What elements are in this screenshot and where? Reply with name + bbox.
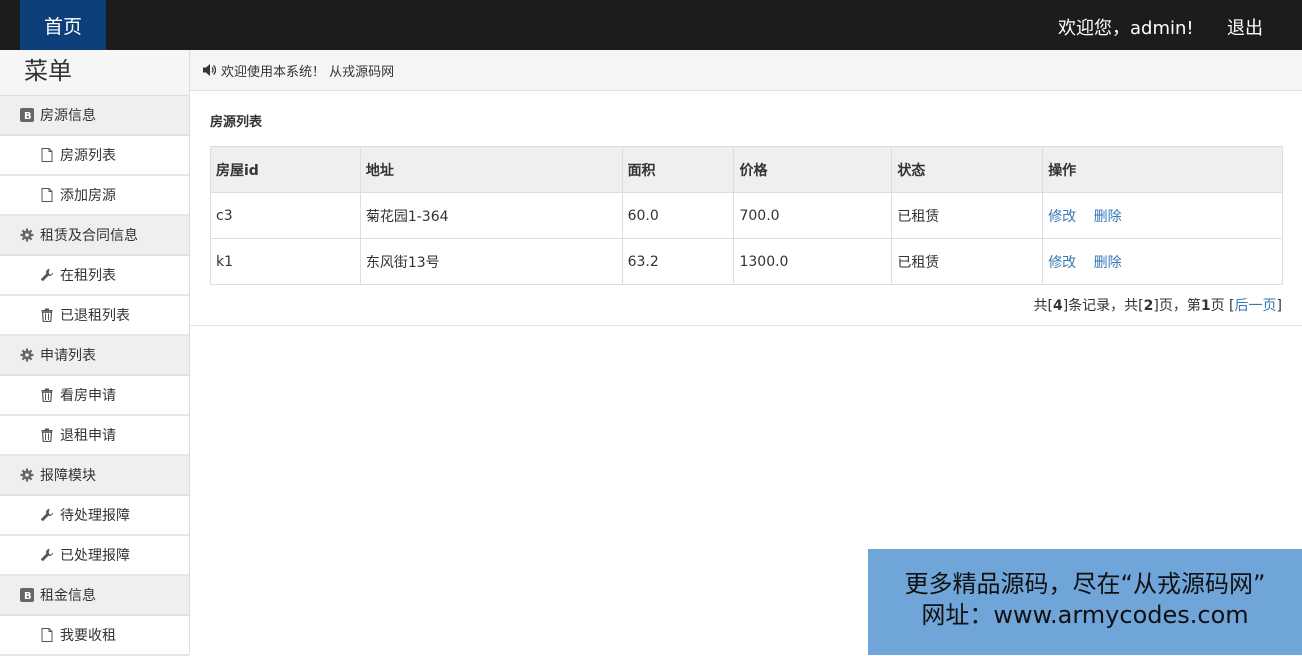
edit-link[interactable]: 修改 bbox=[1048, 209, 1076, 225]
svg-text:B: B bbox=[24, 591, 32, 602]
pager-text: 共[ bbox=[1033, 298, 1053, 314]
sidebar-item-label: 我要收租 bbox=[60, 628, 116, 644]
delete-link[interactable]: 删除 bbox=[1094, 209, 1122, 225]
cell-area: 63.2 bbox=[621, 238, 735, 285]
cell-actions: 修改 删除 bbox=[1042, 192, 1283, 239]
speaker-icon bbox=[203, 64, 216, 76]
notice-bar: 欢迎使用本系统！ 从戎源码网 bbox=[190, 50, 1302, 91]
cell-actions: 修改 删除 bbox=[1042, 238, 1283, 285]
cell-address: 菊花园1-364 bbox=[359, 192, 623, 239]
file-icon bbox=[41, 628, 53, 642]
sidebar-item-label: 已处理报障 bbox=[60, 548, 130, 564]
sidebar-group-label: 申请列表 bbox=[40, 348, 96, 364]
gear-icon bbox=[20, 228, 34, 242]
sidebar-item-label: 房源列表 bbox=[60, 148, 116, 164]
sidebar-group-rent-info[interactable]: B 租金信息 bbox=[0, 576, 189, 616]
column-header: 面积 bbox=[621, 146, 735, 193]
column-header: 状态 bbox=[891, 146, 1044, 193]
table-row: c3 菊花园1-364 60.0 700.0 已租赁 修改 删除 bbox=[210, 192, 1283, 239]
sidebar-item-label: 看房申请 bbox=[60, 388, 116, 404]
cell-price: 700.0 bbox=[733, 192, 893, 239]
sidebar-item-pending-faults[interactable]: 待处理报障 bbox=[0, 496, 189, 536]
pager-text: ]条记录，共[ bbox=[1062, 298, 1144, 314]
sidebar-item-viewing-requests[interactable]: 看房申请 bbox=[0, 376, 189, 416]
house-table: 房屋id 地址 面积 价格 状态 操作 c3 菊花园1-364 60.0 700… bbox=[210, 146, 1283, 285]
sidebar-item-label: 在租列表 bbox=[60, 268, 116, 284]
column-header: 价格 bbox=[733, 146, 893, 193]
house-list-panel: 房源列表 房屋id 地址 面积 价格 状态 操作 c3 菊花园1-364 60.… bbox=[190, 91, 1302, 326]
cell-address: 东风街13号 bbox=[359, 238, 623, 285]
edit-link[interactable]: 修改 bbox=[1048, 255, 1076, 271]
sidebar-item-label: 待处理报障 bbox=[60, 508, 130, 524]
trash-icon bbox=[41, 308, 53, 322]
sidebar-item-label: 已退租列表 bbox=[60, 308, 130, 324]
sidebar-title: 菜单 bbox=[0, 50, 189, 96]
sidebar-group-fault-reports[interactable]: 报障模块 bbox=[0, 456, 189, 496]
sidebar: 菜单 B 房源信息 房源列表 添加房源 租赁及合同信息 在租列表 已退租列表 申… bbox=[0, 50, 190, 656]
sidebar-item-label: 添加房源 bbox=[60, 188, 116, 204]
pager-text: 页 [ bbox=[1210, 298, 1235, 314]
total-pages: 2 bbox=[1143, 298, 1154, 314]
sidebar-item-add-house[interactable]: 添加房源 bbox=[0, 176, 189, 216]
gear-icon bbox=[20, 468, 34, 482]
sidebar-group-house-info[interactable]: B 房源信息 bbox=[0, 96, 189, 136]
b-icon: B bbox=[20, 108, 34, 122]
sidebar-item-label: 退租申请 bbox=[60, 428, 116, 444]
sidebar-group-label: 租赁及合同信息 bbox=[40, 228, 138, 244]
table-header-row: 房屋id 地址 面积 价格 状态 操作 bbox=[210, 146, 1283, 193]
file-icon bbox=[41, 188, 53, 202]
pager-text: ] bbox=[1276, 298, 1282, 314]
cell-house-id: c3 bbox=[210, 192, 361, 239]
cell-price: 1300.0 bbox=[733, 238, 893, 285]
trash-icon bbox=[41, 388, 53, 402]
panel-title: 房源列表 bbox=[210, 115, 263, 130]
sidebar-group-label: 报障模块 bbox=[40, 468, 96, 484]
promo-banner: 更多精品源码，尽在“从戎源码网” 网址：www.armycodes.com bbox=[868, 549, 1302, 655]
top-navbar: 首页 欢迎您，admin! 退出 bbox=[0, 0, 1302, 50]
wrench-icon bbox=[40, 508, 54, 522]
sidebar-group-applications[interactable]: 申请列表 bbox=[0, 336, 189, 376]
logout-link[interactable]: 退出 bbox=[1227, 14, 1263, 40]
delete-link[interactable]: 删除 bbox=[1094, 255, 1122, 271]
column-header: 房屋id bbox=[210, 146, 361, 193]
column-header: 地址 bbox=[359, 146, 623, 193]
promo-line-1: 更多精品源码，尽在“从戎源码网” bbox=[904, 570, 1266, 598]
sidebar-group-label: 房源信息 bbox=[40, 108, 96, 124]
file-icon bbox=[41, 148, 53, 162]
home-nav-button[interactable]: 首页 bbox=[20, 0, 106, 50]
pagination: 共[4]条记录，共[2]页，第1页 [后一页] bbox=[1033, 295, 1282, 315]
cell-area: 60.0 bbox=[621, 192, 735, 239]
sidebar-item-checkout-requests[interactable]: 退租申请 bbox=[0, 416, 189, 456]
welcome-text: 欢迎您，admin! bbox=[1058, 18, 1194, 39]
sidebar-item-house-list[interactable]: 房源列表 bbox=[0, 136, 189, 176]
wrench-icon bbox=[40, 268, 54, 282]
wrench-icon bbox=[40, 548, 54, 562]
sidebar-item-ended-lease-list[interactable]: 已退租列表 bbox=[0, 296, 189, 336]
sidebar-item-handled-faults[interactable]: 已处理报障 bbox=[0, 536, 189, 576]
trash-icon bbox=[41, 428, 53, 442]
column-header: 操作 bbox=[1042, 146, 1283, 193]
svg-text:B: B bbox=[24, 111, 32, 122]
current-page: 1 bbox=[1200, 298, 1211, 314]
gear-icon bbox=[20, 348, 34, 362]
pager-text: ]页，第 bbox=[1153, 298, 1201, 314]
cell-status: 已租赁 bbox=[891, 192, 1044, 239]
sidebar-group-label: 租金信息 bbox=[40, 588, 96, 604]
promo-line-2: 网址：www.armycodes.com bbox=[921, 601, 1249, 629]
sidebar-item-renting-list[interactable]: 在租列表 bbox=[0, 256, 189, 296]
b-icon: B bbox=[20, 588, 34, 602]
table-row: k1 东风街13号 63.2 1300.0 已租赁 修改 删除 bbox=[210, 238, 1283, 285]
cell-status: 已租赁 bbox=[891, 238, 1044, 285]
sidebar-item-collect-rent[interactable]: 我要收租 bbox=[0, 616, 189, 656]
notice-text: 欢迎使用本系统！ 从戎源码网 bbox=[221, 64, 395, 80]
cell-house-id: k1 bbox=[210, 238, 361, 285]
next-page-link[interactable]: 后一页 bbox=[1235, 298, 1277, 314]
total-records: 4 bbox=[1052, 298, 1063, 314]
sidebar-group-lease-contract[interactable]: 租赁及合同信息 bbox=[0, 216, 189, 256]
